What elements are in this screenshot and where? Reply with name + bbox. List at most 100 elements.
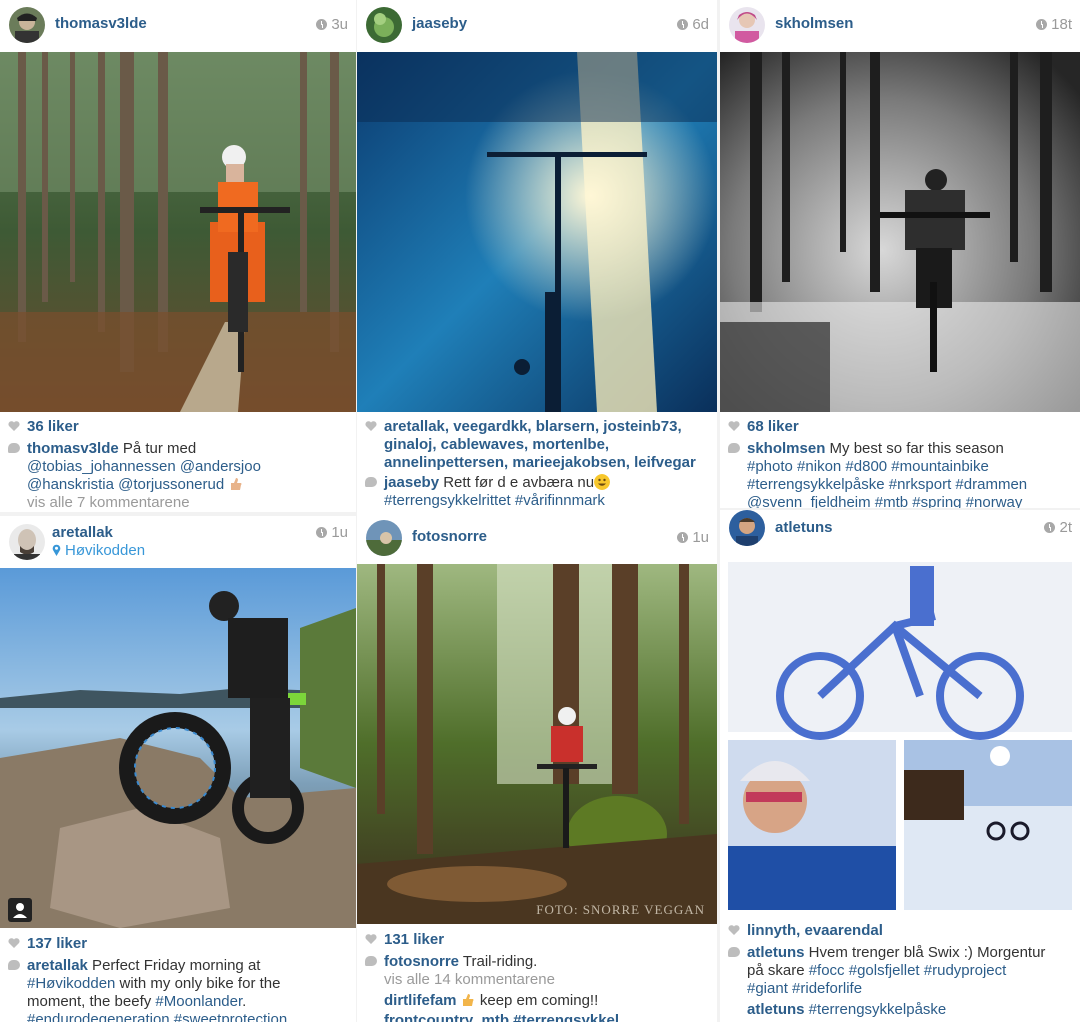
likers-list[interactable]: aretallak, veegardkk, blarsern, josteinb… (384, 418, 682, 435)
clock-icon (316, 527, 328, 538)
timestamp: 1u (677, 529, 709, 546)
caption-text: Hvem trenger blå Swix :) Morgentur (804, 944, 1046, 961)
timestamp: 6d (677, 16, 709, 33)
caption-hashtag[interactable]: #Moonlander (155, 993, 242, 1010)
timestamp: 18t (1036, 16, 1072, 33)
username-link[interactable]: skholmsen (775, 15, 853, 32)
caption-username[interactable]: aretallak (27, 957, 88, 974)
post-fotosnorre: fotosnorre 1u FOTO: SNORRE VEGGAN 131 li… (357, 512, 717, 1022)
likers: aretallak, veegardkk, blarsern, josteinb… (365, 418, 709, 510)
avatar[interactable] (729, 510, 765, 546)
like-count[interactable]: 68 liker (728, 418, 799, 436)
caption-hashtags[interactable]: #terrengsykkelrittet #vårifinnmark (365, 492, 709, 510)
heart-icon (365, 934, 377, 944)
photo-watermark: FOTO: SNORRE VEGGAN (536, 902, 705, 917)
caption: aretallak Perfect Friday morning at #Høv… (8, 957, 348, 1022)
like-count[interactable]: 137 liker (8, 935, 87, 953)
caption-mentions[interactable]: @hanskristia @torjussonerud (27, 476, 224, 493)
caption-hashtags[interactable]: #photo #nikon #d800 #mountainbike (728, 458, 1072, 476)
clock-icon (677, 532, 689, 543)
clock-icon (316, 19, 328, 30)
caption-hashtags[interactable]: #terrengsykkelpåske #nrksport #drammen (728, 476, 1072, 494)
caption-mentions[interactable]: @tobias_johannessen @andersjoo (8, 458, 348, 476)
caption-username[interactable]: fotosnorre (384, 953, 459, 970)
username-link[interactable]: aretallak (52, 524, 113, 541)
post-photo-collage[interactable] (720, 556, 1080, 916)
username-link[interactable]: atletuns (775, 519, 833, 536)
username-link[interactable]: thomasv3lde (55, 15, 147, 32)
caption-username[interactable]: skholmsen (747, 440, 825, 457)
likes-text: 131 liker (384, 931, 445, 948)
post-photo[interactable]: FOTO: SNORRE VEGGAN (357, 564, 717, 924)
clock-icon (677, 19, 689, 30)
comment-username[interactable]: frontcountry_mtb #terrengsykkel (384, 1012, 619, 1022)
clock-icon (1044, 522, 1056, 533)
location-link[interactable]: Høvikodden (52, 542, 145, 559)
caption: thomasv3lde På tur med @tobias_johanness… (8, 440, 348, 512)
caption-hashtags[interactable]: #focc #golsfjellet #rudyproject (809, 962, 1007, 979)
comment-text: keep em coming!! (475, 992, 599, 1009)
likers-list[interactable]: ginaloj, cablewaves, mortenlbe, (365, 436, 709, 454)
comment-icon (8, 960, 20, 970)
heart-icon (728, 421, 740, 431)
view-comments-link[interactable]: vis alle 7 kommentarene (8, 494, 348, 512)
comment-text[interactable]: #terrengsykkelpåske (805, 1001, 947, 1018)
post-header: skholmsen 18t (720, 0, 1080, 50)
likers-list[interactable]: annelinpettersen, marieejakobsen, leifve… (365, 454, 709, 472)
caption-hashtags[interactable]: #endurodegeneration #sweetprotection (8, 1011, 348, 1022)
caption: skholmsen My best so far this season #ph… (728, 440, 1072, 508)
avatar[interactable] (9, 524, 45, 560)
time-text: 18t (1051, 16, 1072, 33)
caption-text: på skare (747, 962, 809, 979)
comment-username[interactable]: dirtlifefam (384, 992, 457, 1009)
caption-text: Perfect Friday morning at (87, 957, 261, 974)
post-header: thomasv3lde 3u (0, 0, 356, 50)
caption-username[interactable]: atletuns (747, 944, 805, 961)
avatar[interactable] (366, 520, 402, 556)
avatar[interactable] (9, 7, 45, 43)
comment-username[interactable]: atletuns (747, 1001, 805, 1018)
caption-hashtag[interactable]: #Høvikodden (27, 975, 115, 992)
post-jaaseby: jaaseby 6d aretallak, veegardkk, blarser… (357, 0, 717, 516)
likes-text: 137 liker (27, 935, 88, 952)
heart-icon (728, 925, 740, 935)
caption-text: Trail-riding. (459, 953, 538, 970)
like-count[interactable]: 131 liker (365, 931, 444, 949)
post-header: fotosnorre 1u (357, 512, 717, 562)
likers[interactable]: linnyth, evaarendal (728, 922, 883, 940)
caption-hashtags[interactable]: @svenn_fjeldheim #mtb #spring #norway (728, 494, 1072, 508)
view-comments-link[interactable]: vis alle 14 kommentarene (365, 971, 709, 989)
location-pin-icon (52, 544, 61, 556)
post-thomasv3lde: thomasv3lde 3u 36 liker thomasv3lde På t… (0, 0, 356, 512)
post-header: atletuns 2t (720, 510, 1080, 554)
heart-icon (365, 421, 377, 431)
comment-icon (8, 443, 20, 453)
post-header: jaaseby 6d (357, 0, 717, 50)
heart-icon (8, 421, 20, 431)
caption: fotosnorre Trail-riding. vis alle 14 kom… (365, 953, 709, 1022)
caption-text: På tur med (118, 440, 197, 457)
likers-list[interactable]: linnyth, evaarendal (747, 922, 883, 939)
user-tag-icon[interactable] (8, 898, 32, 922)
post-photo[interactable] (720, 52, 1080, 412)
likes-text: 68 liker (747, 418, 799, 435)
time-text: 1u (692, 529, 709, 546)
avatar[interactable] (729, 7, 765, 43)
like-count[interactable]: 36 liker (8, 418, 79, 436)
comment-icon (365, 956, 377, 966)
caption-username[interactable]: thomasv3lde (27, 440, 119, 457)
timestamp: 2t (1044, 519, 1072, 536)
post-photo[interactable] (0, 52, 356, 412)
timestamp: 3u (316, 16, 348, 33)
comment-icon (728, 443, 740, 453)
caption-hashtags[interactable]: #giant #rideforlife (728, 980, 1072, 998)
username-link[interactable]: jaaseby (412, 15, 467, 32)
username-link[interactable]: fotosnorre (412, 528, 487, 545)
caption-username[interactable]: jaaseby (384, 474, 439, 491)
likes-text: 36 liker (27, 418, 79, 435)
clock-icon (1036, 19, 1048, 30)
post-photo[interactable] (357, 52, 717, 412)
time-text: 2t (1059, 519, 1072, 536)
avatar[interactable] (366, 7, 402, 43)
post-photo[interactable] (0, 568, 356, 928)
